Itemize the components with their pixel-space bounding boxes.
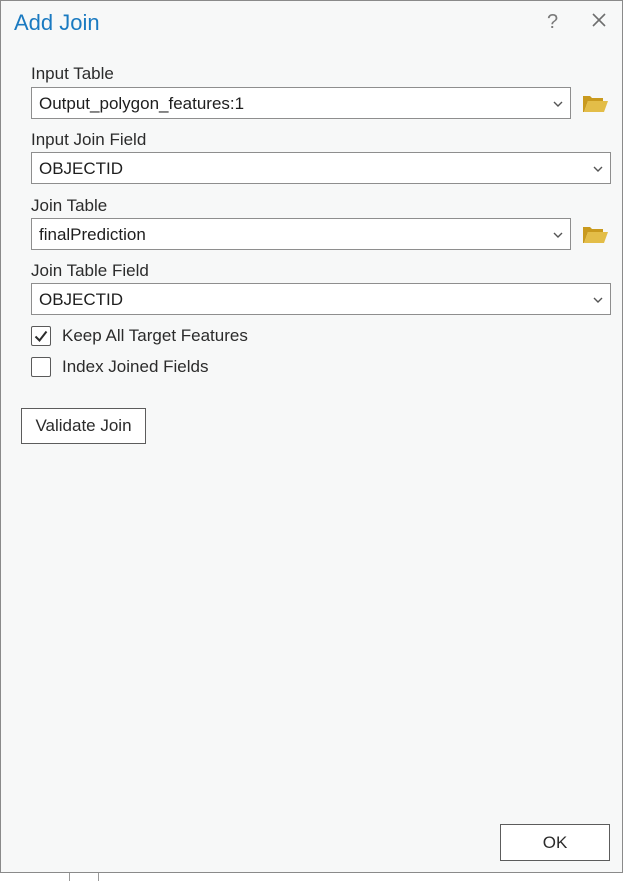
input-table-folder-icon[interactable] bbox=[581, 92, 609, 114]
input-table-value: Output_polygon_features:1 bbox=[39, 94, 245, 113]
join-table-folder-icon[interactable] bbox=[581, 223, 609, 245]
join-table-label: Join Table bbox=[31, 196, 108, 215]
input-table-label: Input Table bbox=[31, 64, 114, 83]
chevron-down-icon bbox=[552, 97, 564, 109]
join-table-field-label: Join Table Field bbox=[31, 261, 149, 280]
dialog-title: Add Join bbox=[14, 10, 100, 35]
ok-button[interactable]: OK bbox=[500, 824, 610, 861]
join-table-field-select[interactable]: OBJECTID bbox=[31, 283, 611, 315]
title-bar: Add Join ? bbox=[1, 1, 622, 47]
join-table-value: finalPrediction bbox=[39, 225, 146, 244]
index-joined-fields-label: Index Joined Fields bbox=[62, 357, 209, 376]
input-join-field-select[interactable]: OBJECTID bbox=[31, 152, 611, 184]
join-table-select[interactable]: finalPrediction bbox=[31, 218, 571, 250]
help-icon[interactable]: ? bbox=[547, 11, 558, 34]
add-join-dialog: Add Join ? Input Table Output_polygon_fe… bbox=[0, 0, 623, 873]
checkmark-icon bbox=[34, 330, 48, 343]
chevron-down-icon bbox=[592, 293, 604, 305]
background-window-edge bbox=[69, 873, 70, 881]
input-table-select[interactable]: Output_polygon_features:1 bbox=[31, 87, 571, 119]
index-joined-fields-checkbox[interactable] bbox=[31, 357, 51, 377]
keep-all-target-features-label: Keep All Target Features bbox=[62, 326, 248, 345]
join-table-field-value: OBJECTID bbox=[39, 290, 124, 309]
input-join-field-label: Input Join Field bbox=[31, 130, 147, 149]
close-icon[interactable] bbox=[591, 12, 611, 32]
background-window-edge bbox=[98, 873, 99, 881]
input-join-field-value: OBJECTID bbox=[39, 159, 124, 178]
validate-join-button[interactable]: Validate Join bbox=[21, 408, 146, 444]
keep-all-target-features-checkbox[interactable] bbox=[31, 326, 51, 346]
chevron-down-icon bbox=[552, 228, 564, 240]
chevron-down-icon bbox=[592, 162, 604, 174]
